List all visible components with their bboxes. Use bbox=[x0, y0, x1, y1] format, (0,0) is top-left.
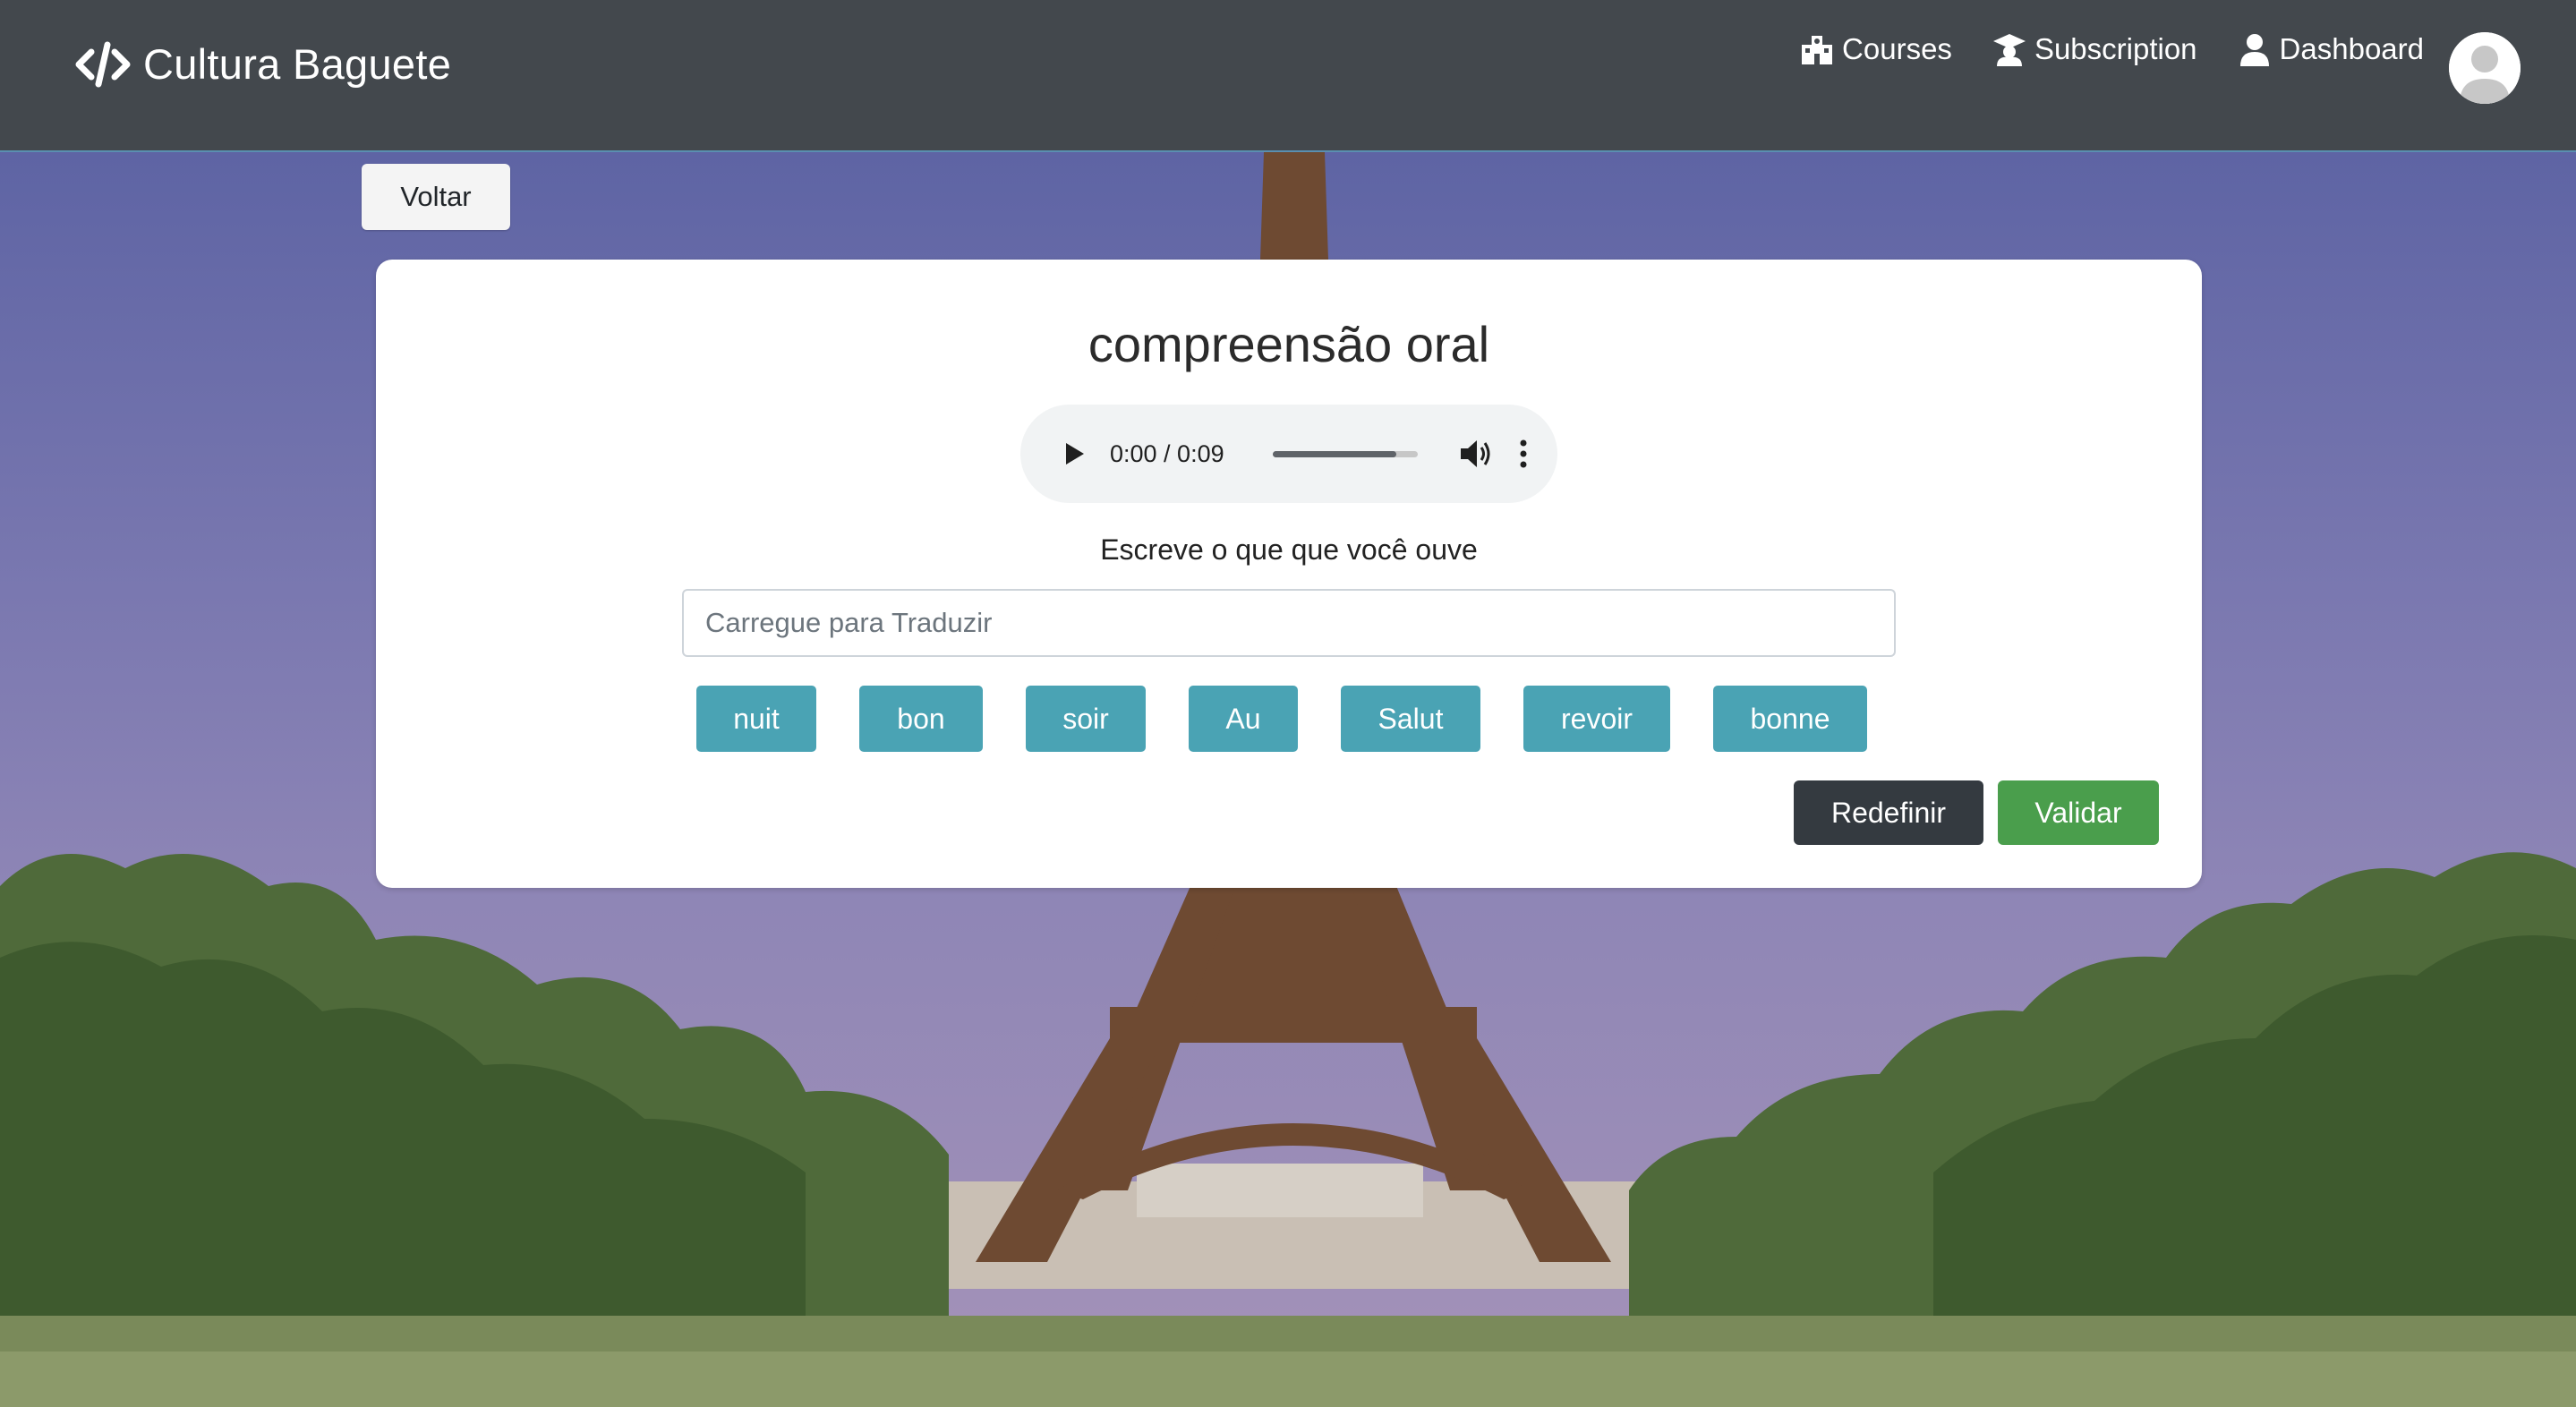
word-button-salut[interactable]: Salut bbox=[1341, 686, 1480, 752]
answer-input[interactable] bbox=[682, 589, 1896, 657]
word-button-bon[interactable]: bon bbox=[859, 686, 983, 752]
word-button-nuit[interactable]: nuit bbox=[696, 686, 816, 752]
word-button-soir[interactable]: soir bbox=[1026, 686, 1146, 752]
word-button-au[interactable]: Au bbox=[1189, 686, 1298, 752]
graduate-icon bbox=[1992, 34, 2026, 66]
user-icon bbox=[2239, 34, 2269, 66]
user-avatar[interactable] bbox=[2449, 32, 2521, 104]
nav-courses-link[interactable]: Courses bbox=[1799, 32, 1952, 66]
back-button[interactable]: Voltar bbox=[362, 164, 510, 230]
validate-button[interactable]: Validar bbox=[1998, 780, 2159, 845]
user-avatar-icon bbox=[2449, 32, 2521, 104]
nav-subscription-label: Subscription bbox=[2034, 32, 2197, 65]
play-icon[interactable] bbox=[1058, 439, 1088, 469]
nav-dashboard-label: Dashboard bbox=[2279, 32, 2424, 65]
word-button-revoir[interactable]: revoir bbox=[1523, 686, 1670, 752]
audio-time: 0:00 / 0:09 bbox=[1110, 439, 1224, 467]
audio-player: 0:00 / 0:09 bbox=[1020, 405, 1557, 503]
nav-dashboard-link[interactable]: Dashboard bbox=[2237, 32, 2424, 66]
nav-links: Courses Subscription Dashboard bbox=[1760, 32, 2424, 66]
audio-buffered-fill bbox=[1273, 450, 1396, 457]
audio-progress-slider[interactable] bbox=[1273, 450, 1418, 457]
reset-button[interactable]: Redefinir bbox=[1794, 780, 1983, 845]
word-bank: nuit bon soir Au Salut revoir bonne bbox=[376, 686, 2202, 752]
exercise-instruction: Escreve o que que você ouve bbox=[1100, 533, 1478, 566]
code-icon bbox=[75, 41, 131, 87]
school-building-icon bbox=[1802, 36, 1833, 64]
exercise-title: compreensão oral bbox=[1088, 316, 1490, 372]
nav-subscription-link[interactable]: Subscription bbox=[1992, 32, 2197, 66]
more-options-icon[interactable] bbox=[1516, 438, 1531, 470]
word-button-bonne[interactable]: bonne bbox=[1713, 686, 1867, 752]
top-navbar: Cultura Baguete Courses Subscription Das… bbox=[0, 0, 2576, 152]
brand-link[interactable]: Cultura Baguete bbox=[75, 39, 451, 89]
listening-exercise-card: compreensão oral 0:00 / 0:09 Escreve o q… bbox=[376, 260, 2202, 888]
brand-name: Cultura Baguete bbox=[143, 40, 452, 88]
volume-icon[interactable] bbox=[1457, 436, 1493, 472]
nav-courses-label: Courses bbox=[1842, 32, 1952, 65]
